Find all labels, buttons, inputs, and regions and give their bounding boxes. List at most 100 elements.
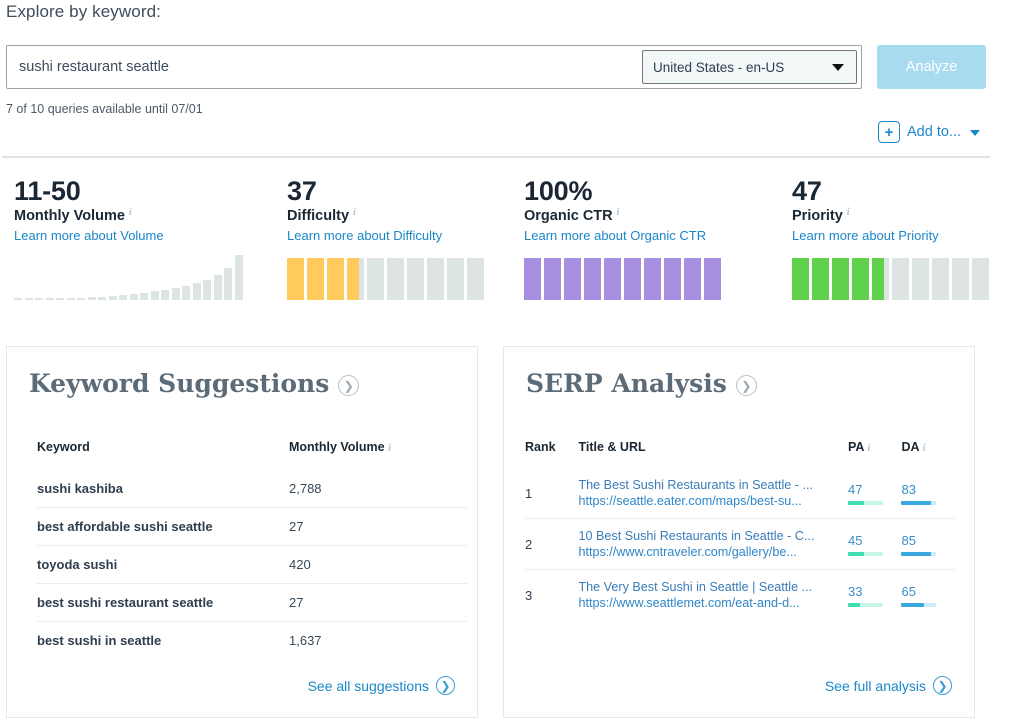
organic-ctr-meter [524,258,721,300]
info-icon[interactable]: i [923,443,926,454]
table-row[interactable]: best sushi restaurant seattle 27 [37,583,467,622]
info-icon[interactable]: i [617,208,620,218]
meter-segment [564,258,581,300]
keyword-cell: toyoda sushi [37,545,289,584]
analyze-button[interactable]: Analyze [877,45,986,89]
search-input[interactable] [17,46,637,88]
chevron-down-icon [832,64,844,71]
learn-more-link[interactable]: Learn more about Organic CTR [524,228,721,243]
metric-label: Priority i [792,208,989,225]
da-cell: 65 [901,569,955,620]
column-header-text: PA [848,440,864,454]
metric-organic-ctr: 100% Organic CTR i Learn more about Orga… [524,176,721,300]
result-url-link[interactable]: https://www.seattlemet.com/eat-and-d... [578,595,848,611]
learn-more-link[interactable]: Learn more about Difficulty [287,228,484,243]
meter-segment-fill [327,258,344,300]
pa-cell: 33 [848,569,902,620]
da-bar-track [901,500,937,505]
add-to-label: Add to... [906,124,961,140]
meter-segment [704,258,721,300]
locale-select[interactable]: United States - en-US [642,50,857,84]
table-header-row: Rank Title & URL PA i DA i [525,440,955,468]
metric-label: Monthly Volume i [14,208,243,225]
metric-label-text: Monthly Volume [14,208,125,224]
result-title-link[interactable]: The Very Best Sushi in Seattle | Seattle… [578,579,848,595]
metric-monthly-volume: 11-50 Monthly Volume i Learn more about … [14,176,243,300]
meter-segment [524,258,541,300]
meter-segment-fill [307,258,324,300]
see-full-analysis-link[interactable]: See full analysis ❯ [825,676,952,695]
monthly-volume-cell: 2,788 [289,481,322,496]
table-row[interactable]: 3 The Very Best Sushi in Seattle | Seattl… [525,569,955,620]
see-all-suggestions-link[interactable]: See all suggestions ❯ [308,676,455,695]
page-title: Explore by keyword: [6,2,161,21]
sparkline-bar [234,255,243,300]
meter-segment-fill [704,258,721,300]
sparkline-bar [192,283,201,300]
serp-analysis-table: Rank Title & URL PA i DA i 1 The Best Sus… [525,440,955,620]
result-title-link[interactable]: 10 Best Sushi Restaurants in Seattle - C… [578,528,848,544]
table-row[interactable]: toyoda sushi 420 [37,545,467,584]
table-row[interactable]: best affordable sushi seattle 27 [37,507,467,546]
meter-segment-fill [644,258,661,300]
volume-sparkline-chart [14,255,243,300]
pa-cell: 47 [848,468,901,519]
sparkline-bar [203,279,211,300]
search-row: United States - en-US Analyze [6,45,1018,89]
meter-segment [892,258,909,300]
table-row[interactable]: 1 The Best Sushi Restaurants in Seattle -… [525,468,955,519]
sparkline-bar [129,294,138,300]
sparkline-bar [56,298,64,300]
info-icon[interactable]: i [847,208,850,218]
metric-label: Difficulty i [287,208,484,225]
sparkline-bar [150,291,159,300]
sparkline-bar [182,286,190,300]
table-row[interactable]: sushi kashiba 2,788 [37,470,467,508]
meter-segment [972,258,989,300]
pa-bar-fill [848,602,860,607]
monthly-volume-cell: 420 [289,545,467,584]
keyword-suggestions-panel: Keyword Suggestions ❯ Keyword Monthly Vo… [6,346,478,718]
meter-segment [544,258,561,300]
meter-segment-fill [564,258,581,300]
meter-segment [427,258,444,300]
meter-segment [644,258,661,300]
meter-segment [684,258,701,300]
table-row[interactable]: best sushi in seattle 1,637 [37,621,467,659]
meter-segment-fill [287,258,304,300]
info-icon[interactable]: i [388,443,391,454]
da-bar-track [901,551,937,556]
rank-cell: 2 [525,518,579,570]
keyword-cell: best sushi in seattle [37,621,289,659]
learn-more-link[interactable]: Learn more about Volume [14,228,243,243]
meter-segment [347,258,364,300]
priority-meter [792,258,989,300]
sparkline-bar [87,297,96,300]
info-icon[interactable]: i [353,208,356,218]
search-box[interactable]: United States - en-US [6,45,862,89]
result-title-link[interactable]: The Best Sushi Restaurants in Seattle - … [578,477,848,493]
info-icon[interactable]: i [129,208,132,218]
column-header-text: Monthly Volume [289,440,385,454]
metric-difficulty: 37 Difficulty i Learn more about Difficu… [287,176,484,300]
chevron-right-icon[interactable]: ❯ [338,375,360,396]
result-url-link[interactable]: https://seattle.eater.com/maps/best-su..… [578,493,848,509]
learn-more-link[interactable]: Learn more about Priority [792,228,989,243]
meter-segment [624,258,641,300]
meter-segment-fill [544,258,561,300]
keyword-cell: best affordable sushi seattle [37,507,289,546]
meter-segment [872,258,889,300]
column-header-da: DA i [901,440,955,468]
result-url-link[interactable]: https://www.cntraveler.com/gallery/be... [578,544,848,560]
add-to-control[interactable]: + Add to... [877,121,980,143]
chevron-right-icon[interactable]: ❯ [735,375,757,396]
title-url-cell: The Very Best Sushi in Seattle | Seattle… [578,569,848,620]
column-header-monthly-volume: Monthly Volume i [289,440,467,470]
table-row[interactable]: 2 10 Best Sushi Restaurants in Seattle - … [525,518,955,570]
metric-value: 11-50 [14,176,81,206]
meter-segment [852,258,869,300]
info-icon[interactable]: i [867,443,870,454]
meter-segment [912,258,929,300]
monthly-volume-cell: 27 [289,507,467,546]
meter-segment-fill [524,258,541,300]
